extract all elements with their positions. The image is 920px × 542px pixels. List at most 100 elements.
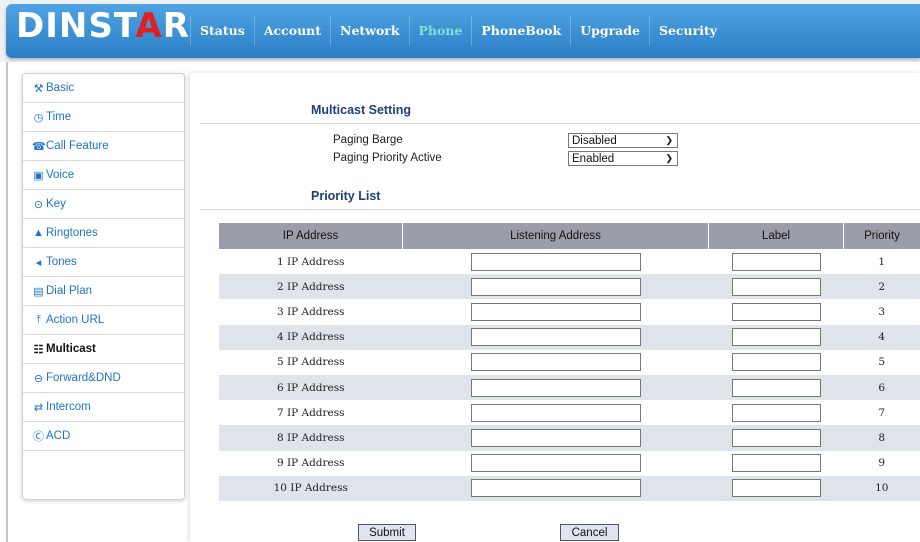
- sidebar-item-label: Dial Plan: [46, 285, 93, 297]
- listening-address-input[interactable]: [470, 454, 641, 473]
- key-icon: ⊙: [33, 198, 44, 211]
- label-input[interactable]: [731, 302, 821, 321]
- listening-address-input[interactable]: [470, 378, 641, 397]
- list-icon: ▤: [33, 285, 44, 298]
- column-header: Priority: [843, 223, 920, 249]
- label-cell: [708, 475, 844, 501]
- column-header: IP Address: [219, 223, 403, 249]
- chevron-down-icon: ❯: [665, 135, 673, 145]
- sidebar: ⚒ Basic ◷ Time ☎ Call Feature ▣ Voice ⊙ Key ▲ Ringt…: [22, 73, 185, 500]
- left-border: [6, 62, 8, 542]
- listening-address-cell: [403, 249, 709, 274]
- sidebar-item-label: Key: [46, 198, 66, 210]
- sidebar-item-multicast[interactable]: ☷ Multicast: [23, 335, 184, 364]
- priority-list-title: Priority List: [311, 189, 381, 203]
- table-row: 4 IP Address 4: [219, 324, 920, 350]
- sidebar-item-label: Intercom: [46, 401, 91, 413]
- label-input[interactable]: [731, 454, 821, 473]
- sidebar-item-label: Action URL: [46, 314, 105, 326]
- ip-address-cell: 1 IP Address: [276, 255, 345, 268]
- nav-status[interactable]: Status: [190, 16, 254, 46]
- label-input[interactable]: [731, 252, 821, 271]
- listening-address-cell: [402, 425, 709, 451]
- top-area: DINSTAR Status Account Network Phone PhoneBo…: [0, 0, 920, 62]
- priority-cell: 6: [843, 374, 920, 401]
- priority-cell: 5: [878, 356, 886, 369]
- listening-address-input[interactable]: [470, 277, 641, 296]
- label-input[interactable]: [731, 277, 821, 296]
- sidebar-item-acd[interactable]: Ⓒ ACD: [23, 422, 184, 451]
- phone-icon: ☎: [32, 140, 46, 153]
- label-cell: [708, 374, 844, 401]
- table-row: 9 IP Address 9: [219, 451, 920, 476]
- listening-address-input[interactable]: [470, 479, 641, 498]
- ip-address-cell: 4 IP Address: [219, 324, 403, 350]
- sidebar-item-label: Call Feature: [46, 140, 109, 152]
- clock-icon: ◷: [33, 111, 44, 124]
- listening-address-cell: [402, 475, 709, 501]
- sidebar-item-action-url[interactable]: ⤒ Action URL: [23, 306, 184, 335]
- listening-address-cell: [403, 350, 709, 375]
- nav-network[interactable]: Network: [330, 16, 409, 46]
- label-input[interactable]: [731, 353, 821, 372]
- label-input[interactable]: [731, 428, 821, 447]
- ip-address-cell: 2 IP Address: [219, 274, 403, 300]
- sidebar-item-forward-dnd[interactable]: ⊖ Forward&DND: [23, 364, 184, 393]
- paging-priority-select[interactable]: Enabled ❯: [568, 151, 678, 166]
- table-row: 3 IP Address 3: [219, 299, 920, 324]
- multicast-setting-title: Multicast Setting: [311, 103, 412, 117]
- voice-icon: ▣: [33, 169, 44, 182]
- acd-icon: Ⓒ: [33, 431, 44, 443]
- sidebar-item-key[interactable]: ⊙ Key: [23, 190, 184, 219]
- listening-address-input[interactable]: [470, 403, 641, 422]
- label-input[interactable]: [731, 403, 821, 422]
- priority-cell: 1: [878, 255, 886, 268]
- nav-upgrade[interactable]: Upgrade: [570, 16, 649, 46]
- priority-table: IP Address Listening Address Label Prior…: [219, 223, 920, 501]
- sidebar-item-label: Tones: [46, 256, 77, 268]
- ip-address-cell: 5 IP Address: [276, 356, 345, 369]
- sidebar-item-ringtones[interactable]: ▲ Ringtones: [23, 219, 184, 248]
- cancel-button[interactable]: Cancel: [560, 524, 619, 541]
- priority-cell: 3: [878, 305, 886, 318]
- sidebar-item-label: Multicast: [46, 343, 96, 355]
- nav-phonebook[interactable]: PhoneBook: [471, 16, 570, 46]
- listening-address-cell: [402, 374, 709, 401]
- listening-address-cell: [402, 324, 709, 350]
- sidebar-item-dial-plan[interactable]: ▤ Dial Plan: [23, 277, 184, 306]
- label-input[interactable]: [731, 378, 821, 397]
- sidebar-item-basic[interactable]: ⚒ Basic: [23, 74, 184, 103]
- listening-address-input[interactable]: [470, 302, 641, 321]
- listening-address-input[interactable]: [470, 252, 641, 271]
- priority-cell: 8: [843, 425, 920, 451]
- label-input[interactable]: [731, 479, 821, 498]
- nav-security[interactable]: Security: [648, 16, 726, 46]
- table-row: 7 IP Address 7: [219, 400, 920, 425]
- listening-address-input[interactable]: [470, 328, 641, 347]
- sidebar-item-label: Voice: [46, 169, 75, 181]
- sidebar-item-label: Basic: [46, 82, 75, 94]
- sidebar-item-label: Time: [46, 111, 72, 123]
- arrows-icon: ⇄: [33, 401, 44, 414]
- sidebar-item-time[interactable]: ◷ Time: [23, 103, 184, 132]
- column-header: Listening Address: [402, 223, 709, 249]
- sidebar-item-intercom[interactable]: ⇄ Intercom: [23, 393, 184, 422]
- table-header-row: IP Address Listening Address Label Prior…: [219, 223, 920, 249]
- sidebar-item-voice[interactable]: ▣ Voice: [23, 161, 184, 190]
- sidebar-item-call-feature[interactable]: ☎ Call Feature: [23, 132, 184, 161]
- paging-barge-label: Paging Barge: [333, 134, 403, 146]
- divider: [200, 123, 920, 124]
- label-cell: [709, 451, 844, 476]
- bell-icon: ▲: [33, 227, 44, 239]
- paging-barge-select[interactable]: Disabled ❯: [568, 133, 678, 148]
- priority-cell: 9: [878, 457, 886, 470]
- label-cell: [709, 350, 844, 375]
- upload-icon: ⤒: [36, 313, 41, 326]
- submit-button[interactable]: Submit: [358, 524, 416, 541]
- nav-phone[interactable]: Phone: [408, 16, 472, 46]
- listening-address-input[interactable]: [470, 428, 641, 447]
- nav-account[interactable]: Account: [253, 16, 330, 46]
- label-input[interactable]: [731, 328, 821, 347]
- listening-address-input[interactable]: [470, 353, 641, 372]
- sidebar-item-tones[interactable]: ◂ Tones: [23, 248, 184, 277]
